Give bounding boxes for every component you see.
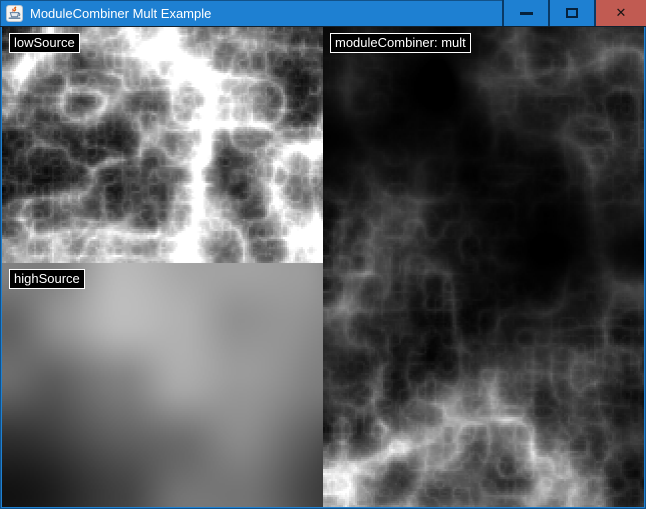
window-title: ModuleCombiner Mult Example [30,6,211,21]
high-source-noise-texture [2,263,323,507]
minimize-button[interactable] [504,0,548,26]
close-button[interactable]: ✕ [596,0,646,26]
java-coffee-cup-icon [6,5,23,22]
low-source-noise-texture [2,27,323,263]
maximize-button[interactable] [550,0,594,26]
window-controls: ✕ [502,0,646,26]
app-window: ModuleCombiner Mult Example ✕ lowSource [0,0,646,509]
maximize-icon [566,8,578,18]
low-source-label: lowSource [9,33,80,53]
titlebar[interactable]: ModuleCombiner Mult Example ✕ [0,0,646,27]
content-area: lowSource highSource moduleCombiner: mul… [2,27,644,507]
mult-combined-noise-texture [323,27,644,507]
panel-module-combiner-mult: moduleCombiner: mult [323,27,644,507]
left-column: lowSource highSource [2,27,323,507]
minimize-icon [520,12,533,15]
panel-low-source: lowSource [2,27,323,263]
close-icon: ✕ [616,7,627,20]
high-source-label: highSource [9,269,85,289]
panel-high-source: highSource [2,263,323,507]
module-combiner-mult-label: moduleCombiner: mult [330,33,471,53]
